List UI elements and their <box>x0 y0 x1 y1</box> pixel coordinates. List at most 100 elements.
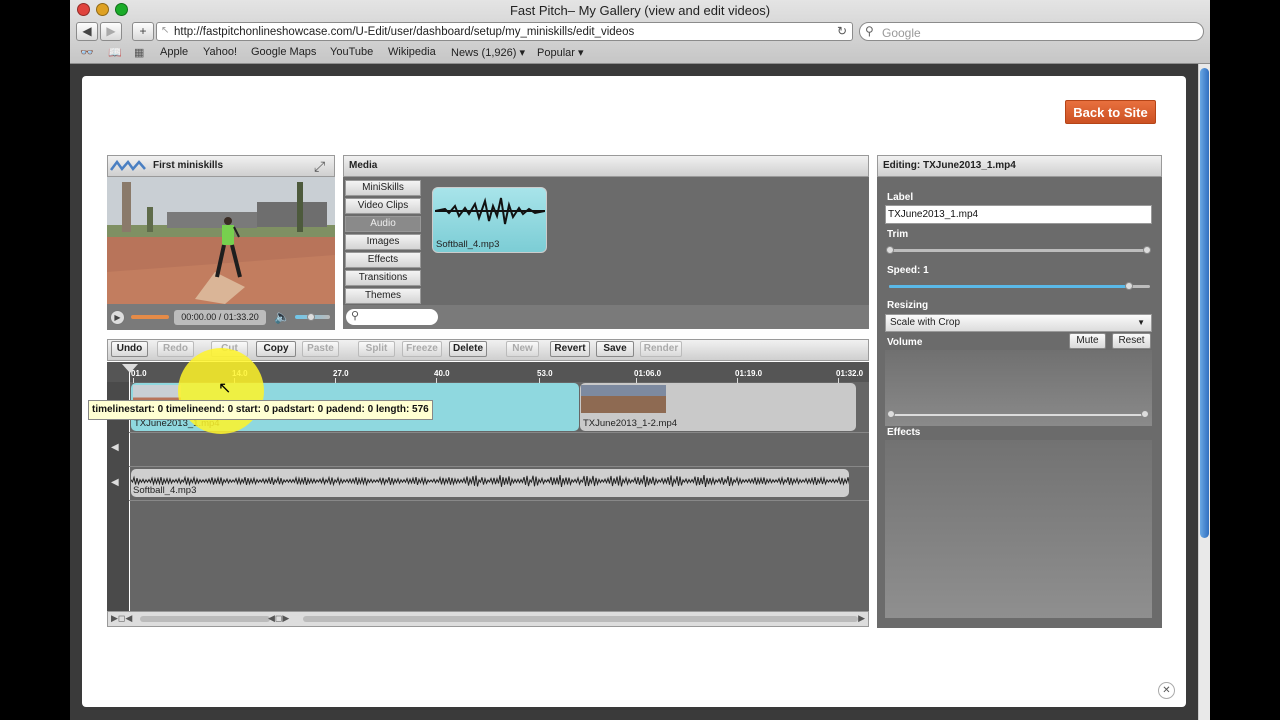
resizing-select[interactable]: Scale with Crop ▼ <box>885 314 1152 332</box>
url-text: http://fastpitchonlineshowcase.com/U-Edi… <box>174 26 635 38</box>
effects-caption: Effects <box>887 427 921 438</box>
preview-volume-knob[interactable] <box>307 313 315 321</box>
bookmark-google-maps[interactable]: Google Maps <box>251 46 316 58</box>
audio-clip[interactable]: Softball_4.mp3 <box>131 469 849 497</box>
bookmark-apple[interactable]: Apple <box>160 46 188 58</box>
effects-list <box>885 440 1152 618</box>
preview-title: First miniskills <box>153 160 224 171</box>
track-divider <box>129 500 869 501</box>
speed-slider[interactable] <box>889 282 1150 290</box>
tab-miniskills[interactable]: MiniSkills <box>345 180 421 196</box>
audio-waveform <box>131 474 849 488</box>
media-title: Media <box>349 160 378 171</box>
tab-audio[interactable]: Audio <box>345 216 421 232</box>
bookmarks-bar: 👓 📖 ▦ Apple Yahoo! Google Maps YouTube W… <box>70 44 1210 62</box>
speed-caption: Speed: 1 <box>887 265 929 276</box>
volume-point-end[interactable] <box>1141 410 1149 418</box>
bookmark-news[interactable]: News (1,926) ▾ <box>451 46 525 59</box>
page-icon: ↖ <box>161 25 170 36</box>
resizing-value: Scale with Crop <box>890 317 961 328</box>
zoom-in-icon[interactable]: ◀◻▶ <box>268 613 289 624</box>
scroll-right-icon[interactable]: ▶ <box>858 613 865 624</box>
speaker-icon[interactable]: ◀ <box>111 442 119 453</box>
label-input[interactable]: TXJune2013_1.mp4 <box>885 205 1152 224</box>
glasses-icon[interactable]: 👓 <box>80 46 94 59</box>
bookmark-yahoo[interactable]: Yahoo! <box>203 46 237 58</box>
timeline-scrollbar[interactable]: ▶◻◀ ◀◻▶ ▶ <box>107 611 869 627</box>
video-preview[interactable] <box>107 177 335 304</box>
fullscreen-icon[interactable]: ⤢ <box>314 158 330 174</box>
book-icon[interactable]: 📖 <box>108 46 122 59</box>
copy-button[interactable]: Copy <box>256 341 296 357</box>
page-scrollbar[interactable] <box>1198 64 1210 720</box>
playback-progress[interactable] <box>131 315 169 319</box>
track-divider <box>129 432 869 433</box>
trim-start-knob[interactable] <box>886 246 894 254</box>
clip-tooltip: timelinestart: 0 timelineend: 0 start: 0… <box>88 400 433 420</box>
split-button[interactable]: Split <box>358 341 395 357</box>
logo-wave-icon <box>110 159 146 172</box>
zoom-out-icon[interactable]: ▶◻◀ <box>111 613 132 624</box>
tick-label: 01:06.0 <box>634 369 662 378</box>
volume-line <box>890 414 1147 416</box>
tab-transitions[interactable]: Transitions <box>345 270 421 286</box>
tab-video-clips[interactable]: Video Clips <box>345 198 421 214</box>
media-search-input[interactable]: ⚲ <box>346 309 438 325</box>
resizing-caption: Resizing <box>887 300 929 311</box>
trim-slider[interactable] <box>889 249 1150 252</box>
tick-label: 27.0 <box>333 369 349 378</box>
freeze-button[interactable]: Freeze <box>402 341 442 357</box>
tab-themes[interactable]: Themes <box>345 288 421 304</box>
clip-label: TXJune2013_1-2.mp4 <box>583 418 678 429</box>
delete-button[interactable]: Delete <box>449 341 487 357</box>
revert-button[interactable]: Revert <box>550 341 590 357</box>
speaker-icon[interactable]: ◀ <box>111 477 119 488</box>
volume-point-start[interactable] <box>887 410 895 418</box>
bookmark-wikipedia[interactable]: Wikipedia <box>388 46 436 58</box>
redo-button[interactable]: Redo <box>157 341 194 357</box>
media-library <box>343 177 869 305</box>
label-caption: Label <box>887 192 914 203</box>
search-field[interactable]: ⚲ Google <box>859 22 1204 41</box>
reload-icon[interactable]: ↻ <box>837 24 847 38</box>
tick-label: 40.0 <box>434 369 450 378</box>
trim-end-knob[interactable] <box>1143 246 1151 254</box>
tab-effects[interactable]: Effects <box>345 252 421 268</box>
search-icon: ⚲ <box>351 310 360 322</box>
video-clip[interactable]: TXJune2013_1-2.mp4 <box>580 383 856 431</box>
trim-caption: Trim <box>887 229 909 240</box>
mute-button[interactable]: Mute <box>1069 333 1106 349</box>
editing-title: Editing: TXJune2013_1.mp4 <box>883 160 1016 171</box>
back-arrow-icon[interactable]: ◀ <box>76 22 98 41</box>
play-icon[interactable]: ▶ <box>110 310 125 325</box>
back-to-site-button[interactable]: Back to Site <box>1065 100 1156 124</box>
address-bar[interactable]: ↖ http://fastpitchonlineshowcase.com/U-E… <box>156 22 853 41</box>
tick-label: 53.0 <box>537 369 553 378</box>
timeline-scroll-thumb[interactable] <box>303 616 858 622</box>
speed-fill <box>889 285 1130 288</box>
forward-arrow-icon[interactable]: ▶ <box>100 22 122 41</box>
volume-envelope[interactable] <box>885 350 1152 426</box>
zoom-slider[interactable] <box>140 616 270 622</box>
reset-button[interactable]: Reset <box>1112 333 1151 349</box>
browser-chrome: Fast Pitch– My Gallery (view and edit vi… <box>70 0 1210 64</box>
playhead-handle[interactable] <box>122 364 138 373</box>
volume-icon[interactable]: 🔈 <box>274 309 290 325</box>
waveform-icon <box>435 197 545 225</box>
close-icon[interactable]: ✕ <box>1158 682 1175 699</box>
bookmark-youtube[interactable]: YouTube <box>330 46 373 58</box>
media-item-audio[interactable]: Softball_4.mp3 <box>432 187 547 253</box>
tab-images[interactable]: Images <box>345 234 421 250</box>
undo-button[interactable]: Undo <box>111 341 148 357</box>
add-bookmark-button[interactable]: + <box>132 22 154 41</box>
clip-label: Softball_4.mp3 <box>133 485 197 496</box>
save-button[interactable]: Save <box>596 341 634 357</box>
bookmark-popular[interactable]: Popular ▾ <box>537 46 584 59</box>
new-button[interactable]: New <box>506 341 539 357</box>
render-button[interactable]: Render <box>640 341 682 357</box>
grid-icon[interactable]: ▦ <box>134 46 144 59</box>
paste-button[interactable]: Paste <box>302 341 339 357</box>
media-item-label: Softball_4.mp3 <box>436 239 500 250</box>
scrollbar-thumb[interactable] <box>1200 68 1209 538</box>
volume-caption: Volume <box>887 337 923 348</box>
